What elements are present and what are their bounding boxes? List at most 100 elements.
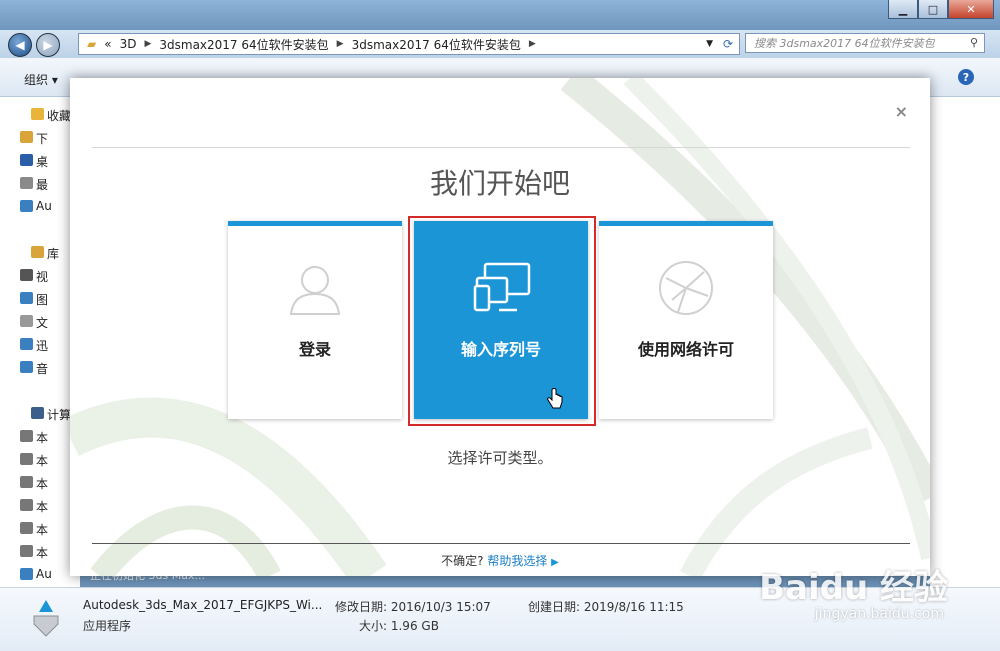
sidebar-item[interactable]: 最 [20, 176, 49, 193]
sidebar-item-label: 收藏 [47, 109, 72, 123]
sidebar-item-label: 本 [36, 523, 49, 537]
sidebar-item-label: Au [36, 199, 52, 213]
sidebar-item-label: 本 [36, 500, 49, 514]
sidebar-item-label: 下 [36, 132, 49, 146]
network-icon [20, 200, 33, 212]
document-icon [20, 315, 33, 327]
dialog-close-icon[interactable]: × [895, 102, 908, 121]
drive-icon [20, 522, 33, 534]
dialog-title: 我们开始吧 [429, 167, 570, 200]
help-me-choose-link[interactable]: 帮助我选择 [487, 554, 547, 568]
sidebar-item[interactable]: 迅 [20, 337, 49, 354]
sidebar-item-label: 迅 [36, 339, 49, 353]
sidebar-item[interactable]: 本 [20, 544, 49, 561]
breadcrumb-overflow[interactable]: « [104, 37, 111, 51]
sidebar-item-label: 库 [47, 247, 60, 261]
desktop-icon [20, 154, 33, 166]
search-icon[interactable]: ⚲ [970, 36, 978, 49]
video-icon [20, 269, 33, 281]
sidebar-item[interactable]: 桌 [20, 153, 49, 170]
modified-date: 修改日期: 2016/10/3 15:07 [335, 600, 491, 614]
hand-cursor-icon [547, 388, 563, 409]
drive-icon [20, 430, 33, 442]
breadcrumb-item[interactable]: 3D [120, 37, 137, 51]
breadcrumb-item[interactable]: 3dsmax2017 64位软件安装包 [159, 36, 328, 53]
search-input[interactable]: 搜索 3dsmax2017 64位软件安装包 ⚲ [745, 33, 985, 53]
network-license-label: 使用网络许可 [637, 340, 734, 359]
sidebar-item[interactable]: 文 [20, 314, 48, 331]
sidebar-item[interactable]: 本 [20, 429, 49, 446]
recent-places-icon [20, 177, 33, 189]
forward-arrow-icon[interactable]: ▶ [36, 33, 60, 57]
created-date: 创建日期: 2019/8/16 11:15 [528, 600, 684, 614]
library-icon [31, 246, 44, 258]
network-license-card[interactable]: 使用网络许可 [599, 221, 773, 419]
drive-icon [20, 545, 33, 557]
refresh-icon[interactable]: ⟳ [723, 37, 733, 51]
sidebar-item[interactable]: 图 [20, 291, 48, 308]
sidebar-item[interactable]: 本 [20, 452, 49, 469]
address-dropdown-icon[interactable]: ▼ [706, 39, 713, 49]
xunlei-icon [20, 338, 33, 350]
sidebar-item[interactable]: 收藏 [31, 107, 72, 124]
sign-in-card[interactable]: 登录 [228, 221, 402, 419]
address-bar[interactable]: ▰ « 3D ▶ 3dsmax2017 64位软件安装包 ▶ 3dsmax201… [78, 33, 740, 55]
sidebar-item[interactable]: 本 [20, 521, 49, 538]
sidebar-item[interactable]: 计算 [31, 406, 72, 423]
window-titlebar: ▁ □ ✕ [0, 0, 1000, 30]
watermark-url: jingyan.baidu.com [814, 606, 944, 622]
sidebar-item-label: 本 [36, 546, 49, 560]
breadcrumb-separator-icon[interactable]: ▶ [144, 39, 151, 49]
sidebar-item[interactable]: 本 [20, 498, 49, 515]
computer-icon [31, 407, 44, 419]
sidebar-item-label: 视 [36, 270, 49, 284]
autodesk-installer-icon [33, 600, 59, 637]
breadcrumb-separator-icon[interactable]: ▶ [337, 39, 344, 49]
sidebar-item-label: 本 [36, 454, 49, 468]
maximize-icon[interactable]: □ [918, 0, 948, 19]
breadcrumb-separator-icon[interactable]: ▶ [529, 39, 536, 49]
navigation-bar: ◀ ▶ ▰ « 3D ▶ 3dsmax2017 64位软件安装包 ▶ 3dsma… [0, 30, 1000, 58]
organize-menu-button[interactable]: 组织 ▾ [24, 71, 58, 88]
choose-license-prompt: 选择许可类型。 [447, 449, 553, 467]
network-globe-icon [659, 261, 713, 315]
file-name: Autodesk_3ds_Max_2017_EFGJKPS_Wi... [83, 598, 323, 612]
sidebar-item-label: 本 [36, 477, 49, 491]
breadcrumb-item[interactable]: 3dsmax2017 64位软件安装包 [352, 36, 521, 53]
minimize-icon[interactable]: ▁ [888, 0, 918, 19]
sidebar-item[interactable]: Au [20, 199, 52, 213]
sidebar-item-label: 最 [36, 178, 49, 192]
download-folder-icon [20, 131, 33, 143]
sidebar-item[interactable]: Au [20, 567, 52, 581]
user-icon [289, 266, 341, 315]
sidebar-item-label: 计算 [47, 408, 72, 422]
navigation-pane: 收藏下桌最 Au 库视图文迅音计算本本本本本本 Au [0, 97, 80, 587]
music-icon [20, 361, 33, 373]
folder-icon: ▰ [87, 37, 97, 51]
window-controls: ▁ □ ✕ [888, 0, 994, 19]
sidebar-item-label: 桌 [36, 155, 49, 169]
sign-in-label: 登录 [298, 340, 331, 359]
star-icon [31, 108, 44, 120]
sidebar-item[interactable]: 下 [20, 130, 49, 147]
license-dialog: × 我们开始吧 登录 输入序列号 使用网络许可 选择许可类型。 不确定? 帮助我… [70, 78, 930, 576]
selection-highlight-box [408, 216, 596, 426]
sidebar-item-label: 本 [36, 431, 49, 445]
help-icon[interactable]: ? [958, 69, 974, 85]
footer-divider [92, 543, 910, 544]
file-type: 应用程序 [83, 619, 132, 633]
baidu-jingyan-watermark: Baidu 经验 [759, 568, 948, 608]
sidebar-item[interactable]: 本 [20, 475, 49, 492]
picture-icon [20, 292, 33, 304]
drive-icon [20, 453, 33, 465]
sidebar-item[interactable]: 库 [31, 245, 60, 262]
sidebar-item[interactable]: 音 [20, 360, 49, 377]
sidebar-item[interactable]: 视 [20, 268, 49, 285]
drive-icon [20, 476, 33, 488]
divider [92, 147, 910, 148]
sidebar-item-label: 音 [36, 362, 49, 376]
close-icon[interactable]: ✕ [948, 0, 994, 19]
back-arrow-icon[interactable]: ◀ [8, 33, 32, 57]
chevron-right-icon[interactable]: ▶ [551, 557, 559, 568]
drive-icon [20, 499, 33, 511]
